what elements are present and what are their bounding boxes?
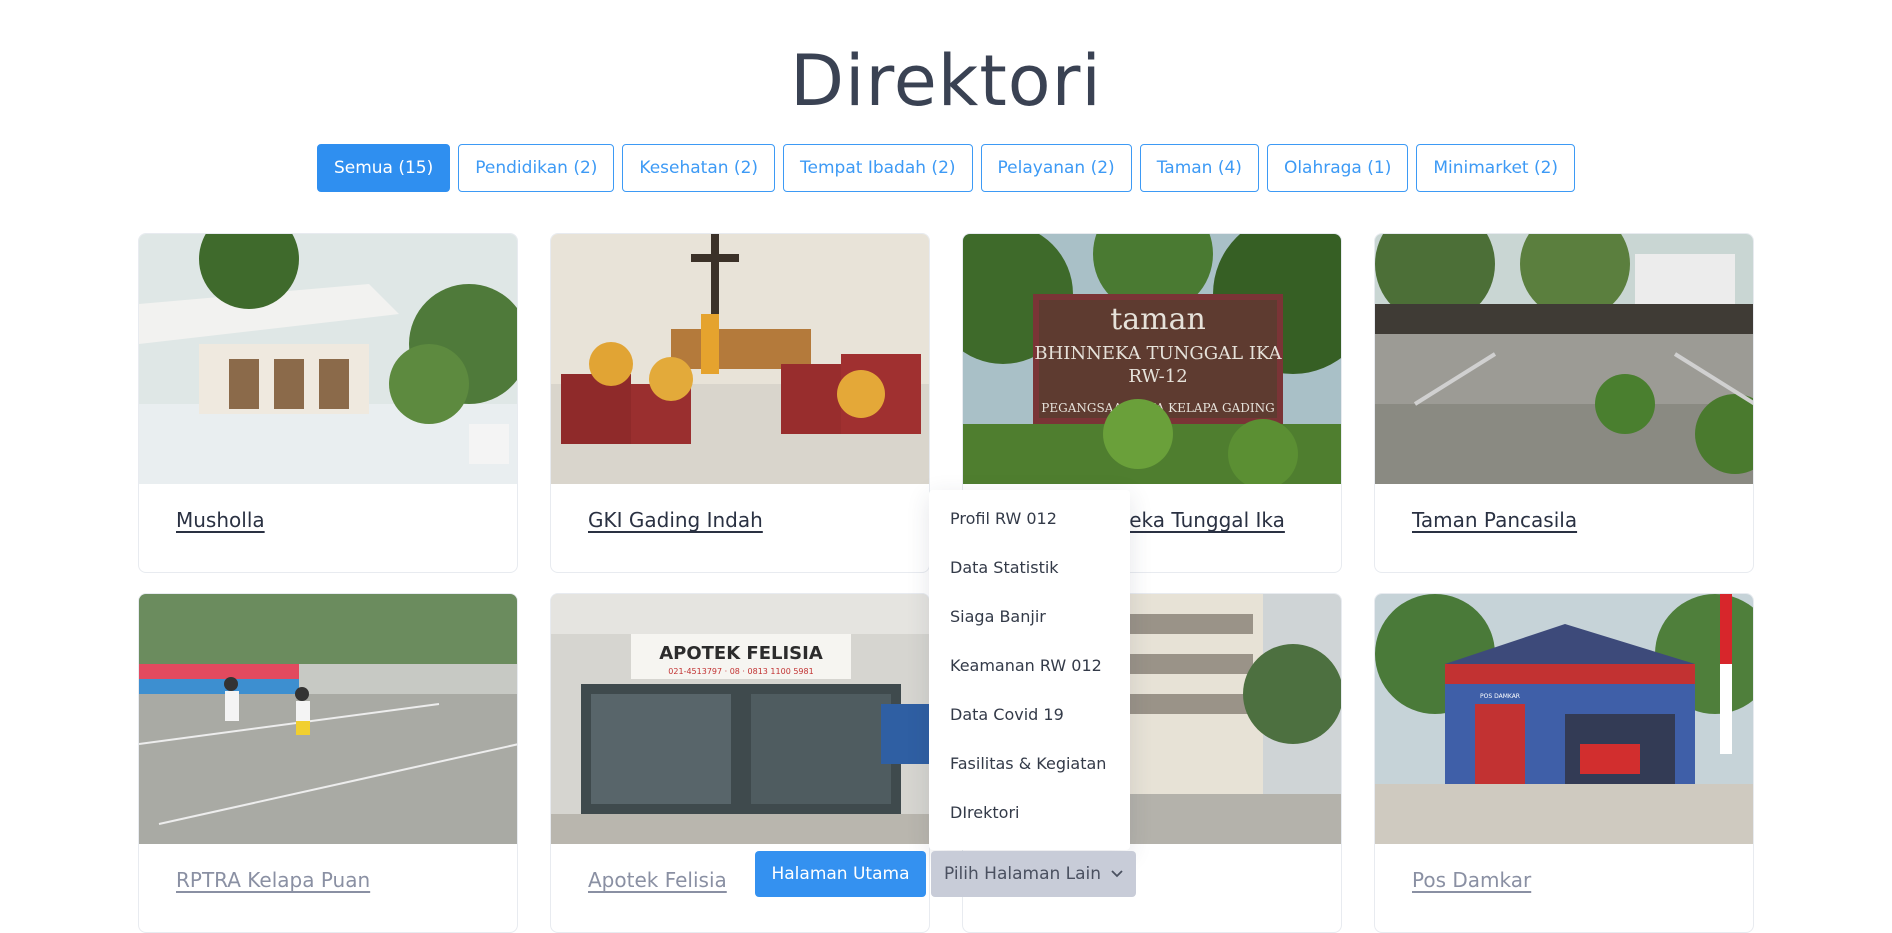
filter-pelayanan[interactable]: Pelayanan (2) xyxy=(980,144,1132,192)
park-sign-title: taman xyxy=(1110,302,1206,337)
chevron-down-icon xyxy=(1111,870,1123,878)
filter-pendidikan[interactable]: Pendidikan (2) xyxy=(458,144,615,192)
pharmacy-sign: APOTEK FELISIA xyxy=(659,643,823,664)
dropdown-item-profil[interactable]: Profil RW 012 xyxy=(929,498,1130,547)
filter-semua[interactable]: Semua (15) xyxy=(316,144,451,192)
fire-station-sign: POS DAMKAR xyxy=(1480,693,1520,700)
card-photo[interactable] xyxy=(139,234,517,484)
directory-card: GKI Gading Indah xyxy=(550,233,930,573)
card-photo[interactable] xyxy=(139,594,517,844)
card-photo[interactable]: APOTEK FELISIA 021-4513797 · 08 · 0813 1… xyxy=(551,594,929,844)
page-title: Direktori xyxy=(790,40,1102,122)
park-sign-name: BHINNEKA TUNGGAL IKA xyxy=(1034,343,1282,364)
dropdown-item-data-statistik[interactable]: Data Statistik xyxy=(929,547,1130,596)
filter-tempat-ibadah[interactable]: Tempat Ibadah (2) xyxy=(783,144,973,192)
playground-photo xyxy=(139,594,517,844)
dropdown-item-keamanan[interactable]: Keamanan RW 012 xyxy=(929,645,1130,694)
page-select-label: Pilih Halaman Lain xyxy=(943,864,1102,884)
filter-kesehatan[interactable]: Kesehatan (2) xyxy=(622,144,776,192)
page-select-button[interactable]: Pilih Halaman Lain xyxy=(931,851,1136,897)
directory-card: RPTRA Kelapa Puan xyxy=(138,593,518,933)
directory-card: POS DAMKAR Pos Damkar xyxy=(1374,593,1754,933)
directory-card: Musholla xyxy=(138,233,518,573)
home-button[interactable]: Halaman Utama xyxy=(755,851,926,897)
filter-olahraga[interactable]: Olahraga (1) xyxy=(1266,144,1409,192)
dropdown-item-siaga-banjir[interactable]: Siaga Banjir xyxy=(929,596,1130,645)
card-title-link[interactable]: Taman Pancasila xyxy=(1412,508,1753,532)
card-title-link[interactable]: Musholla xyxy=(176,508,517,532)
pharmacy-phone: 021-4513797 · 08 · 0813 1100 5981 xyxy=(668,667,813,676)
directory-card: Taman Pancasila xyxy=(1374,233,1754,573)
bottom-navigation: Halaman Utama Pilih Halaman Lain xyxy=(755,851,1136,897)
musholla-photo xyxy=(139,234,517,484)
dropdown-item-direktori[interactable]: DIrektori xyxy=(929,792,1130,841)
card-title-link[interactable]: Pos Damkar xyxy=(1412,868,1753,892)
park-sign-rw: RW-12 xyxy=(1128,366,1187,387)
card-photo[interactable] xyxy=(551,234,929,484)
fire-station-photo: POS DAMKAR xyxy=(1375,594,1753,844)
card-title-link[interactable]: RPTRA Kelapa Puan xyxy=(176,868,517,892)
filter-minimarket[interactable]: Minimarket (2) xyxy=(1416,144,1576,192)
dropdown-item-fasilitas[interactable]: Fasilitas & Kegiatan xyxy=(929,743,1130,792)
page-select-dropdown: Profil RW 012 Data Statistik Siaga Banji… xyxy=(929,490,1130,850)
park-sign-photo: taman BHINNEKA TUNGGAL IKA RW-12 PEGANGS… xyxy=(963,234,1341,484)
card-photo[interactable]: POS DAMKAR xyxy=(1375,594,1753,844)
dropdown-item-covid[interactable]: Data Covid 19 xyxy=(929,694,1130,743)
church-photo xyxy=(551,234,929,484)
card-photo[interactable]: taman BHINNEKA TUNGGAL IKA RW-12 PEGANGS… xyxy=(963,234,1341,484)
pharmacy-photo: APOTEK FELISIA 021-4513797 · 08 · 0813 1… xyxy=(551,594,929,844)
category-filter-bar: Semua (15) Pendidikan (2) Kesehatan (2) … xyxy=(0,144,1892,192)
park-photo xyxy=(1375,234,1753,484)
filter-taman[interactable]: Taman (4) xyxy=(1139,144,1259,192)
card-photo[interactable] xyxy=(1375,234,1753,484)
card-title-link[interactable]: GKI Gading Indah xyxy=(588,508,929,532)
